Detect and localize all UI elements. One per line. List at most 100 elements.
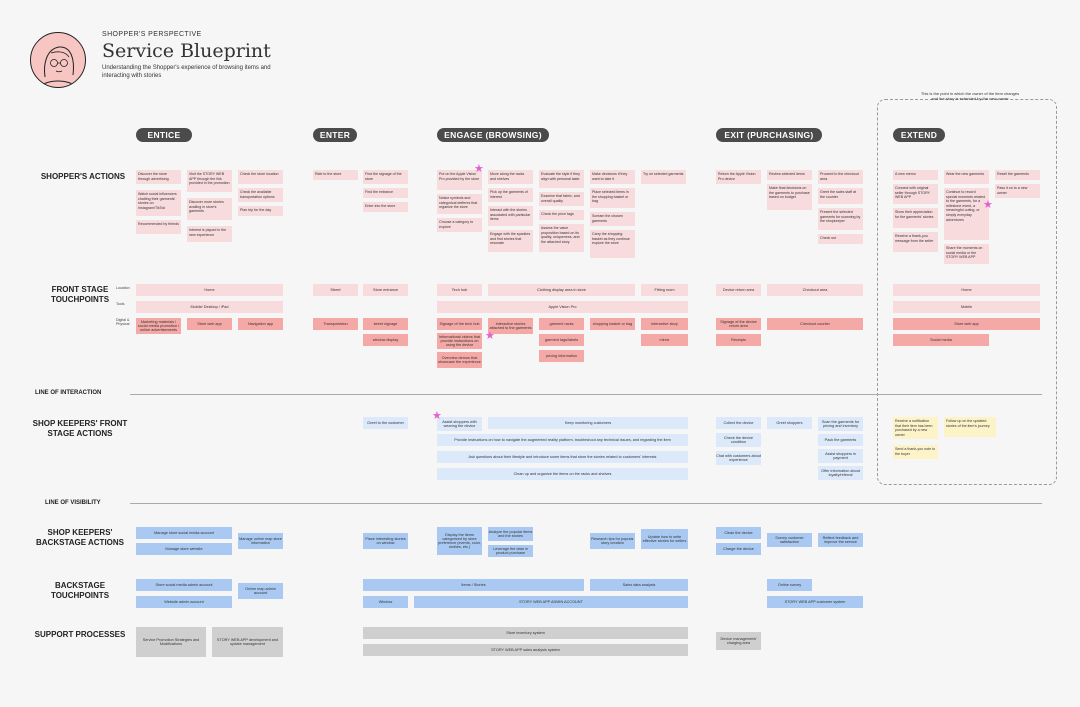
backstage-touchpoint: Store social media admin account bbox=[136, 579, 232, 591]
backstage-card: Manage online map store information bbox=[238, 533, 283, 549]
touchpoint-bar: Checkout area bbox=[767, 284, 863, 296]
card: Ride to the store bbox=[313, 170, 358, 180]
backstage-touchpoint: Online map admin account bbox=[238, 583, 283, 599]
card: Examine that fabric, and overall quality bbox=[539, 192, 584, 206]
support-card: STORY WEB APP development and update man… bbox=[212, 627, 283, 657]
touchpoint-bar: Mobile/ Desktop / iPad bbox=[136, 301, 283, 313]
card: Carry the shopping basket as they contin… bbox=[590, 230, 635, 258]
touchpoint-card: street signage bbox=[363, 318, 408, 330]
card: Receive a thank-you message from the sel… bbox=[893, 232, 938, 252]
face-icon bbox=[40, 46, 76, 87]
touchpoint-bar: Tech hub bbox=[437, 284, 482, 296]
touchpoint-card: Receipts bbox=[716, 334, 761, 346]
touchpoint-card: Social media bbox=[893, 334, 989, 346]
card: Interest is piqued in the new experience bbox=[187, 226, 232, 242]
card: Share the moments on social media or the… bbox=[944, 244, 989, 264]
sparkle-icon: ★ bbox=[485, 330, 495, 342]
line-of-visibility bbox=[130, 503, 1042, 504]
card: Find the entrance bbox=[363, 188, 408, 198]
card: Enter into the store bbox=[363, 202, 408, 212]
backstage-card: Manage store social media account bbox=[136, 527, 232, 539]
backstage-touchpoint: STORY WEB APP ADMIN ACCOUNT bbox=[414, 596, 688, 608]
card: Engage with the sparkles and find storie… bbox=[488, 230, 533, 252]
touchpoint-card: Signage of the device return area bbox=[716, 318, 761, 330]
card: Show their appreciation for the garments… bbox=[893, 208, 938, 228]
page-subtitle: Understanding the Shopper's experience o… bbox=[102, 65, 271, 79]
row-label-front-stage: FRONT STAGE TOUCHPOINTS bbox=[50, 285, 110, 304]
support-card: Device management/ charging area bbox=[716, 632, 761, 650]
touchpoint-card: Navigation app bbox=[238, 318, 283, 330]
card: Pass it on to a new owner bbox=[995, 184, 1040, 198]
card: Place selected items in the shopping bas… bbox=[590, 188, 635, 208]
sublabel-location: Location bbox=[116, 286, 130, 290]
touchpoint-bar: Mobile bbox=[893, 301, 1040, 313]
card: Interact with the stories associated wit… bbox=[488, 206, 533, 226]
avatar-logo bbox=[30, 32, 86, 88]
row-label-shoppers-actions: SHOPPER'S ACTIONS bbox=[40, 172, 126, 181]
touchpoint-card: Store web app bbox=[893, 318, 1040, 330]
card: Connect with original seller through STO… bbox=[893, 184, 938, 204]
backstage-card: Analyze the popular items and the storie… bbox=[488, 527, 533, 541]
header-eyebrow: SHOPPER'S PERSPECTIVE bbox=[102, 31, 202, 38]
phase-enter: ENTER bbox=[313, 128, 357, 142]
support-card: Store inventory system bbox=[363, 627, 688, 639]
backstage-card: Reflect feedback and improve the service bbox=[818, 533, 863, 547]
action-card: Chat with customers about experience bbox=[716, 451, 761, 465]
backstage-card: Display the items categorized by store p… bbox=[437, 527, 482, 555]
touchpoint-card: Checkout counter bbox=[767, 318, 863, 330]
touchpoint-card: Marketing materials / social media promo… bbox=[136, 318, 181, 334]
backstage-card: Clean the device bbox=[716, 527, 761, 539]
line-of-interaction-label: LINE OF INTERACTION bbox=[35, 390, 102, 396]
row-label-backstage-tp: BACKSTAGE TOUCHPOINTS bbox=[50, 581, 110, 600]
card: Check the store location bbox=[238, 170, 283, 184]
touchpoint-bar: Store entrance bbox=[363, 284, 408, 296]
page-title: Service Blueprint bbox=[102, 40, 271, 62]
action-card: Collect the device bbox=[716, 417, 761, 429]
action-card: Keep monitoring customers bbox=[488, 417, 688, 429]
touchpoint-bar: Clothing display area in store bbox=[488, 284, 635, 296]
action-card: Greet shoppers bbox=[767, 417, 812, 429]
backstage-card: Manage store website bbox=[136, 543, 232, 555]
card: Return the Apple Vision Pro device bbox=[716, 170, 761, 184]
action-card: Offer information about loyalty/referral bbox=[818, 466, 863, 480]
sparkle-icon: ★ bbox=[983, 199, 993, 211]
card: Assess the value proposition based on it… bbox=[539, 224, 584, 252]
row-label-keepers-front: SHOP KEEPERS' FRONT STAGE ACTIONS bbox=[32, 419, 128, 438]
backstage-touchpoint: Sales data analysis bbox=[590, 579, 688, 591]
card: Pick up the garments of interest bbox=[488, 188, 533, 202]
touchpoint-card: Signage of the tech hub bbox=[437, 318, 482, 330]
card: Watch social influencers chatting their … bbox=[136, 190, 181, 216]
card: Try on selected garments bbox=[641, 170, 686, 184]
card: Notice symbols and categorical defferes … bbox=[437, 194, 482, 214]
card: Move along the racks and shelves bbox=[488, 170, 533, 184]
sparkle-icon: ★ bbox=[432, 410, 442, 422]
touchpoint-card: Informational videos that provide instru… bbox=[437, 333, 482, 349]
touchpoint-card: Store web app bbox=[187, 318, 232, 330]
touchpoint-card: Transportation bbox=[313, 318, 358, 330]
touchpoint-card: window display bbox=[363, 334, 408, 346]
backstage-touchpoint: Online survey bbox=[767, 579, 812, 591]
card: Check out bbox=[818, 234, 863, 244]
touchpoint-bar: Street bbox=[313, 284, 358, 296]
card: Proceed to the checkout area bbox=[818, 170, 863, 184]
touchpoint-card: Overview demos that showcase the experie… bbox=[437, 352, 482, 368]
card: Check the available transportation optio… bbox=[238, 188, 283, 202]
touchpoint-bar: Home bbox=[893, 284, 1040, 296]
card: Plan trip for the day bbox=[238, 206, 283, 216]
backstage-touchpoint: STORY WEB APP customer system bbox=[767, 596, 863, 608]
touchpoint-bar: Home bbox=[136, 284, 283, 296]
touchpoint-card: mirror bbox=[641, 334, 688, 346]
backstage-card: Survey customer satisfaction bbox=[767, 533, 812, 547]
backstage-card: Update how to write effective stories fo… bbox=[641, 529, 688, 549]
touchpoint-card: pricing information bbox=[539, 350, 584, 362]
support-card: STORY WEB APP sales analysis system bbox=[363, 644, 688, 656]
backstage-card: Research tips for popular story creation bbox=[590, 533, 635, 549]
action-card: Receive a notification that their item h… bbox=[893, 417, 938, 439]
phase-entice: ENTICE bbox=[136, 128, 192, 142]
action-card: Provide instructions on how to navigate … bbox=[437, 434, 688, 446]
backstage-touchpoint: Website admin account bbox=[136, 596, 232, 608]
action-card: Scan the garments for pricing and invent… bbox=[818, 417, 863, 431]
sparkle-icon: ★ bbox=[474, 163, 484, 175]
card: Greet the sales staff at the counter bbox=[818, 188, 863, 204]
line-of-interaction bbox=[130, 394, 1042, 395]
